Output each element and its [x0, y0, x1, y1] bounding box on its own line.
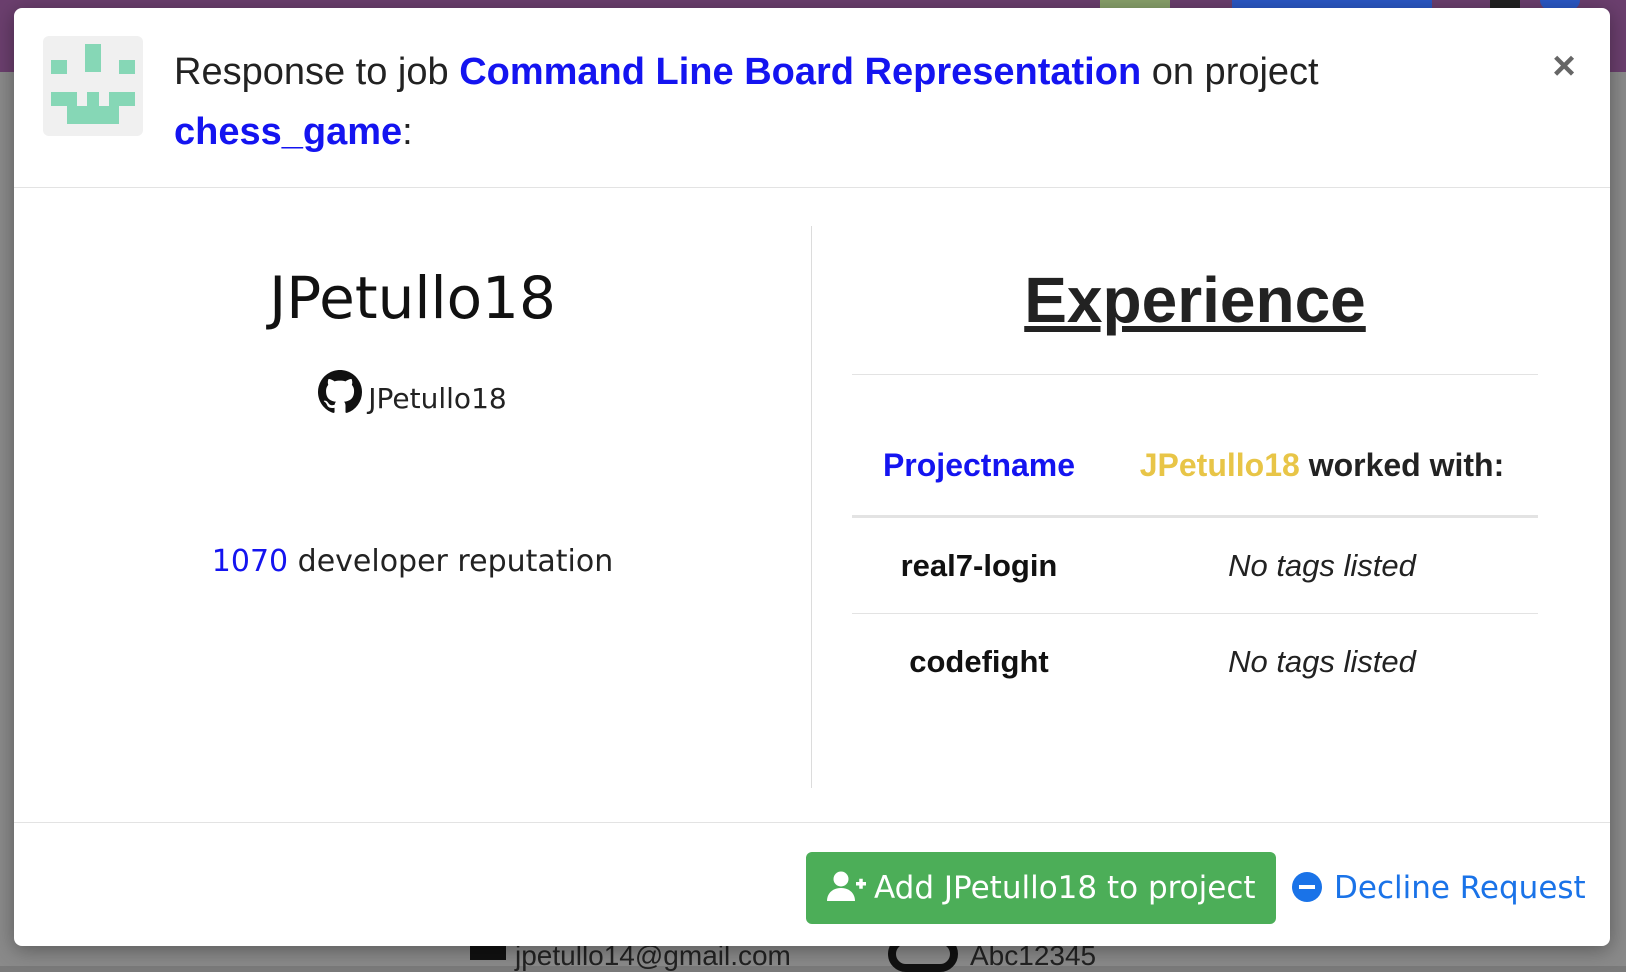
column-header-worked-with: JPetullo18 worked with:: [1106, 375, 1538, 517]
project-name-cell: real7-login: [900, 547, 1058, 583]
add-to-project-label: Add JPetullo18 to project: [874, 870, 1256, 906]
job-link[interactable]: Command Line Board Representation: [459, 51, 1141, 93]
table-header-row: Projectname JPetullo18 worked with:: [852, 374, 1538, 517]
worked-with-label: worked with:: [1299, 447, 1505, 483]
minus-circle-icon: [1292, 872, 1322, 902]
applicant-username: JPetullo18: [269, 264, 556, 332]
modal-title: Response to job Command Line Board Repre…: [174, 42, 1354, 162]
table-row: real7-login No tags listed: [852, 517, 1538, 614]
project-name-cell: codefight: [909, 644, 1049, 680]
reputation: 1070 developer reputation: [14, 542, 811, 582]
reputation-value: 1070: [211, 544, 289, 579]
identicon-icon: [51, 44, 135, 124]
reputation-label: developer reputation: [288, 544, 614, 579]
decline-request-label: Decline Request: [1334, 870, 1586, 906]
column-header-projectname: Projectname: [882, 447, 1076, 483]
experience-table: Projectname JPetullo18 worked with: real…: [852, 374, 1538, 711]
table-row: codefight No tags listed: [852, 614, 1538, 711]
modal-body: JPetullo18 JPetullo18 1070 developer rep…: [14, 188, 1610, 822]
experience-section: Experience Projectname JPetullo18 worked…: [852, 188, 1538, 822]
close-button[interactable]: ×: [1544, 46, 1584, 86]
title-suffix: :: [402, 111, 413, 153]
project-link[interactable]: chess_game: [174, 111, 402, 153]
title-prefix: Response to job: [174, 51, 460, 93]
applicant-profile: JPetullo18 JPetullo18 1070 developer rep…: [14, 188, 811, 822]
github-handle: JPetullo18: [368, 382, 507, 415]
project-tags-cell: No tags listed: [1228, 547, 1416, 583]
modal-footer: Add JPetullo18 to project Decline Reques…: [14, 822, 1610, 947]
job-response-modal: Response to job Command Line Board Repre…: [14, 8, 1610, 946]
project-tags-cell: No tags listed: [1228, 644, 1416, 680]
github-icon: [318, 370, 363, 413]
mail-icon: [470, 946, 506, 960]
modal-header: Response to job Command Line Board Repre…: [14, 8, 1610, 188]
github-link[interactable]: JPetullo18: [14, 370, 811, 419]
column-divider: [811, 226, 812, 788]
avatar: [43, 36, 143, 136]
add-user-icon: [827, 871, 866, 901]
decline-request-button[interactable]: Decline Request: [1292, 852, 1592, 924]
title-middle: on project: [1141, 51, 1319, 93]
background-footer: jpetullo14@gmail.com Abc12345: [0, 936, 1626, 972]
add-to-project-button[interactable]: Add JPetullo18 to project: [806, 852, 1276, 924]
experience-title: Experience: [1024, 264, 1366, 336]
worked-with-username: JPetullo18: [1139, 447, 1300, 483]
